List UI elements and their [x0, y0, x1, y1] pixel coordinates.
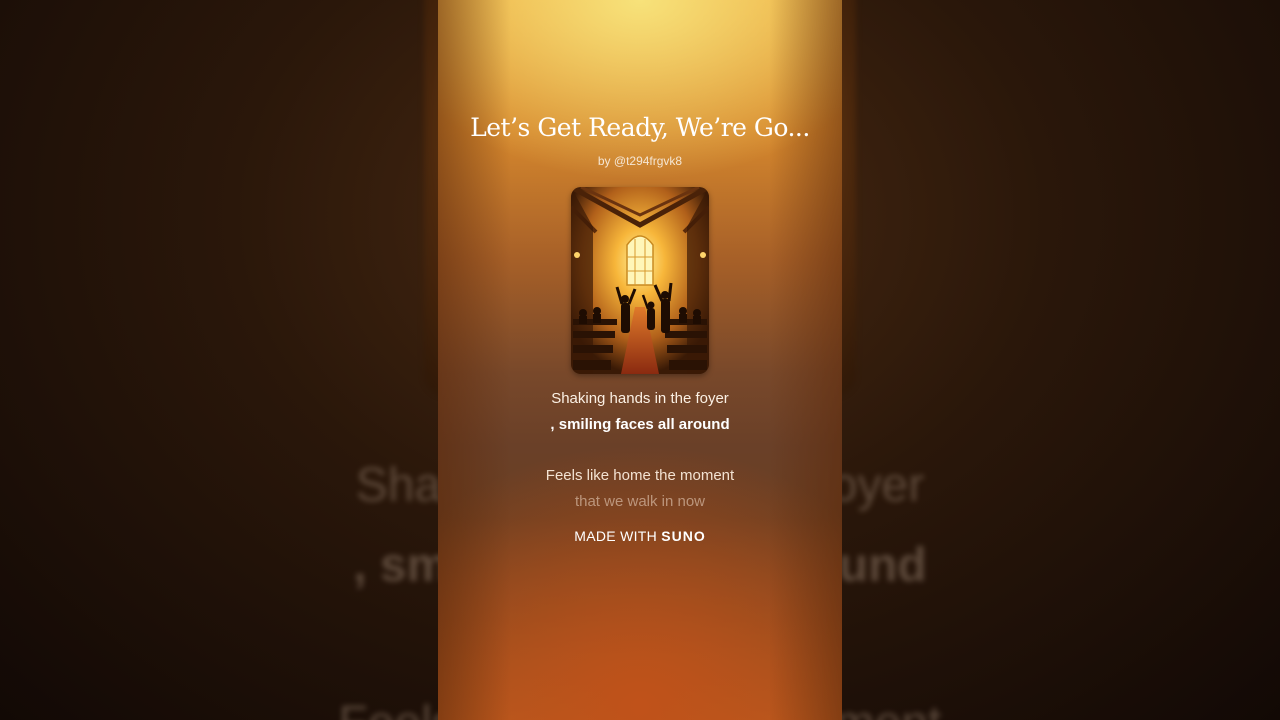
lyric-line-current: , smiling faces all around — [550, 416, 730, 433]
video-frame: Shaking hands in the foyer , smiling fac… — [0, 0, 1280, 720]
song-card: Let’s Get Ready, We’re Go... by @t294frg… — [438, 0, 842, 720]
made-with-label: MADE WITH — [574, 528, 658, 544]
cover-art — [571, 187, 709, 374]
suno-logo: SUNO — [661, 528, 706, 544]
made-with-suno-watermark: MADE WITH SUNO — [438, 528, 842, 544]
song-title: Let’s Get Ready, We’re Go... — [470, 113, 810, 142]
church-worship-cover-icon — [571, 187, 709, 374]
lyric-line-previous: Shaking hands in the foyer — [551, 390, 729, 407]
artist-byline: by @t294frgvk8 — [597, 154, 683, 168]
lyric-line-upcoming: that we walk in now — [574, 493, 706, 510]
lyric-line-next: Feels like home the moment — [545, 467, 735, 484]
